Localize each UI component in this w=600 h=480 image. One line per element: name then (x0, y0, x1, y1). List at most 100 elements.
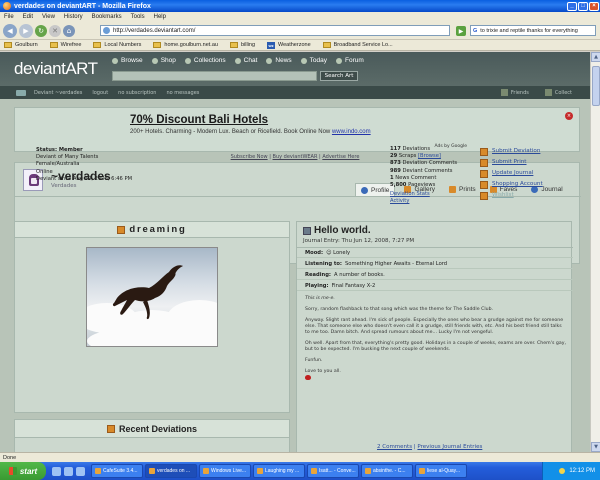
bookmark-local-numbers[interactable]: Local Numbers (93, 42, 141, 48)
scroll-up-icon[interactable]: ▲ (591, 52, 600, 62)
journal-body: This is me-e. Sorry, random flashback to… (305, 296, 567, 388)
nav-chat[interactable]: Chat (234, 57, 257, 64)
menu-help[interactable]: Help (154, 14, 166, 20)
bookmark-weatherzone[interactable]: wz Weatherzone (267, 41, 311, 49)
journal-listening: Listening to: Something Higher Awaits - E… (297, 259, 573, 269)
menu-file[interactable]: File (4, 14, 14, 20)
submit-deviation-link[interactable]: Submit Deviation (480, 146, 543, 157)
task-laughing[interactable]: Laughing my ... (253, 464, 305, 478)
menu-view[interactable]: View (42, 14, 55, 20)
recent-title: Recent Deviations (118, 423, 198, 434)
quick-launch-icon[interactable] (64, 466, 73, 476)
folder-icon (4, 42, 12, 48)
site-globe-icon (103, 27, 110, 34)
search-box[interactable]: G to trixie and reptile thanks for every… (470, 25, 596, 36)
navigation-toolbar: ◀ ▶ ↻ ✕ ⌂ http://verdades.deviantart.com… (0, 22, 600, 40)
minimize-icon[interactable]: _ (567, 1, 577, 11)
menu-history[interactable]: History (64, 14, 83, 20)
scroll-down-icon[interactable]: ▼ (591, 442, 600, 452)
menu-tools[interactable]: Tools (131, 14, 145, 20)
folder-icon (322, 42, 331, 48)
task-firefox[interactable]: verdades on ... (145, 464, 197, 478)
ad-link[interactable]: www.indo.com (332, 129, 371, 135)
advertise-link[interactable]: Advertise Here (322, 154, 359, 160)
search-art-button[interactable]: Search Art (320, 71, 358, 81)
ad-title[interactable]: 70% Discount Bali Hotels (130, 114, 268, 126)
close-ad-icon[interactable]: × (565, 112, 573, 120)
task-windows-live[interactable]: Windows Live... (199, 464, 251, 478)
site-search-input[interactable] (112, 71, 317, 81)
subscribe-link[interactable]: Subscribe Now (231, 154, 268, 160)
menu-bookmarks[interactable]: Bookmarks (92, 14, 122, 20)
app-icon (311, 468, 317, 474)
nav-collections[interactable]: Collections (184, 57, 226, 64)
subscription-status[interactable]: no subscription (118, 90, 156, 96)
web-page: deviantART Browse Shop Collections Chat … (0, 52, 590, 452)
cart-icon (480, 180, 488, 189)
bookmark-broadband[interactable]: Broadband Service Lo... (322, 42, 393, 48)
comments-link[interactable]: 2 Comments (377, 444, 412, 450)
bookmark-goulburn[interactable]: Goulburn (4, 42, 38, 48)
stop-icon[interactable]: ✕ (49, 24, 61, 37)
logout-link[interactable]: logout (92, 90, 108, 96)
home-icon[interactable]: ⌂ (63, 24, 75, 37)
back-icon[interactable]: ◀ (3, 23, 17, 38)
previous-entries-link[interactable]: Previous Journal Entries (417, 444, 482, 450)
quick-launch-icon[interactable] (76, 466, 85, 476)
tray-icon[interactable] (559, 468, 566, 474)
google-icon: G (473, 27, 478, 34)
nav-today[interactable]: Today (300, 57, 327, 64)
app-icon (365, 468, 371, 474)
folder-icon (229, 42, 238, 48)
deviation-stats-link[interactable]: Deviation Stats (390, 191, 430, 197)
address-value: http://verdades.deviantart.com/ (113, 27, 196, 34)
quick-launch-icon[interactable] (52, 466, 61, 476)
task-conversation-3[interactable]: liese al-Quay... (415, 464, 467, 478)
firefox-icon (149, 468, 155, 474)
profile-info: Status: Member Deviant of Many Talents F… (36, 147, 133, 182)
journal-reading: Reading: A number of books. (297, 270, 573, 280)
app-icon (95, 468, 101, 474)
address-bar[interactable]: http://verdades.deviantart.com/ (100, 25, 450, 36)
update-journal-link[interactable]: Update Journal (480, 168, 543, 179)
messages-status[interactable]: no messages (166, 90, 199, 96)
menu-edit[interactable]: Edit (23, 14, 33, 20)
featured-artwork[interactable] (86, 247, 218, 347)
bookmark-wirefree[interactable]: Wirefree (49, 42, 81, 48)
scroll-thumb[interactable] (592, 66, 600, 106)
journal-date: Journal Entry: Thu Jun 12, 2008, 7:27 PM (303, 238, 415, 244)
app-icon (203, 468, 209, 474)
nav-news[interactable]: News (266, 57, 292, 64)
page-scrollbar[interactable]: ▲ ▼ (590, 52, 600, 452)
featured-header: dreaming (15, 222, 289, 238)
browse-scraps-link[interactable]: [Browse] (418, 153, 441, 159)
collect-button[interactable]: Collect (544, 89, 572, 96)
recent-header: Recent Deviations (15, 420, 289, 438)
journal-mood: Mood: ☺ Lonely (297, 248, 573, 258)
submit-print-link[interactable]: Submit Print (480, 157, 543, 168)
bookmark-billing[interactable]: billing (229, 42, 255, 48)
reload-icon[interactable]: ↻ (35, 24, 47, 37)
task-conversation-2[interactable]: absinthe. - C... (361, 464, 413, 478)
nav-shop[interactable]: Shop (151, 57, 176, 64)
close-icon[interactable]: × (589, 1, 599, 11)
friends-button[interactable]: Friends (500, 89, 529, 96)
activity-link[interactable]: Activity (390, 198, 409, 204)
shopping-account-link[interactable]: Shopping Account (480, 179, 543, 190)
forward-icon[interactable]: ▶ (19, 23, 33, 38)
user-deviant[interactable]: Deviant ~verdades (34, 90, 82, 96)
deviantart-logo[interactable]: deviantART (14, 59, 98, 79)
task-conversation-1[interactable]: Isatt... - Conve... (307, 464, 359, 478)
mood-icon: ☺ (326, 249, 332, 256)
firefox-icon (3, 2, 11, 10)
nav-browse[interactable]: Browse (112, 57, 143, 64)
buy-deviantwear-link[interactable]: Buy deviantWEAR (273, 154, 318, 160)
nav-forum[interactable]: Forum (336, 57, 364, 64)
status-text: Done (3, 454, 17, 461)
wishlist-link[interactable]: Wishlist (480, 190, 543, 201)
task-cafesuite[interactable]: CafeSuite 3.4... (91, 464, 143, 478)
start-button[interactable]: start (0, 462, 46, 480)
maximize-icon[interactable]: □ (578, 1, 588, 11)
bookmark-home-goulburn[interactable]: home.goulburn.net.au (153, 42, 218, 48)
go-icon[interactable]: ▶ (456, 26, 466, 36)
